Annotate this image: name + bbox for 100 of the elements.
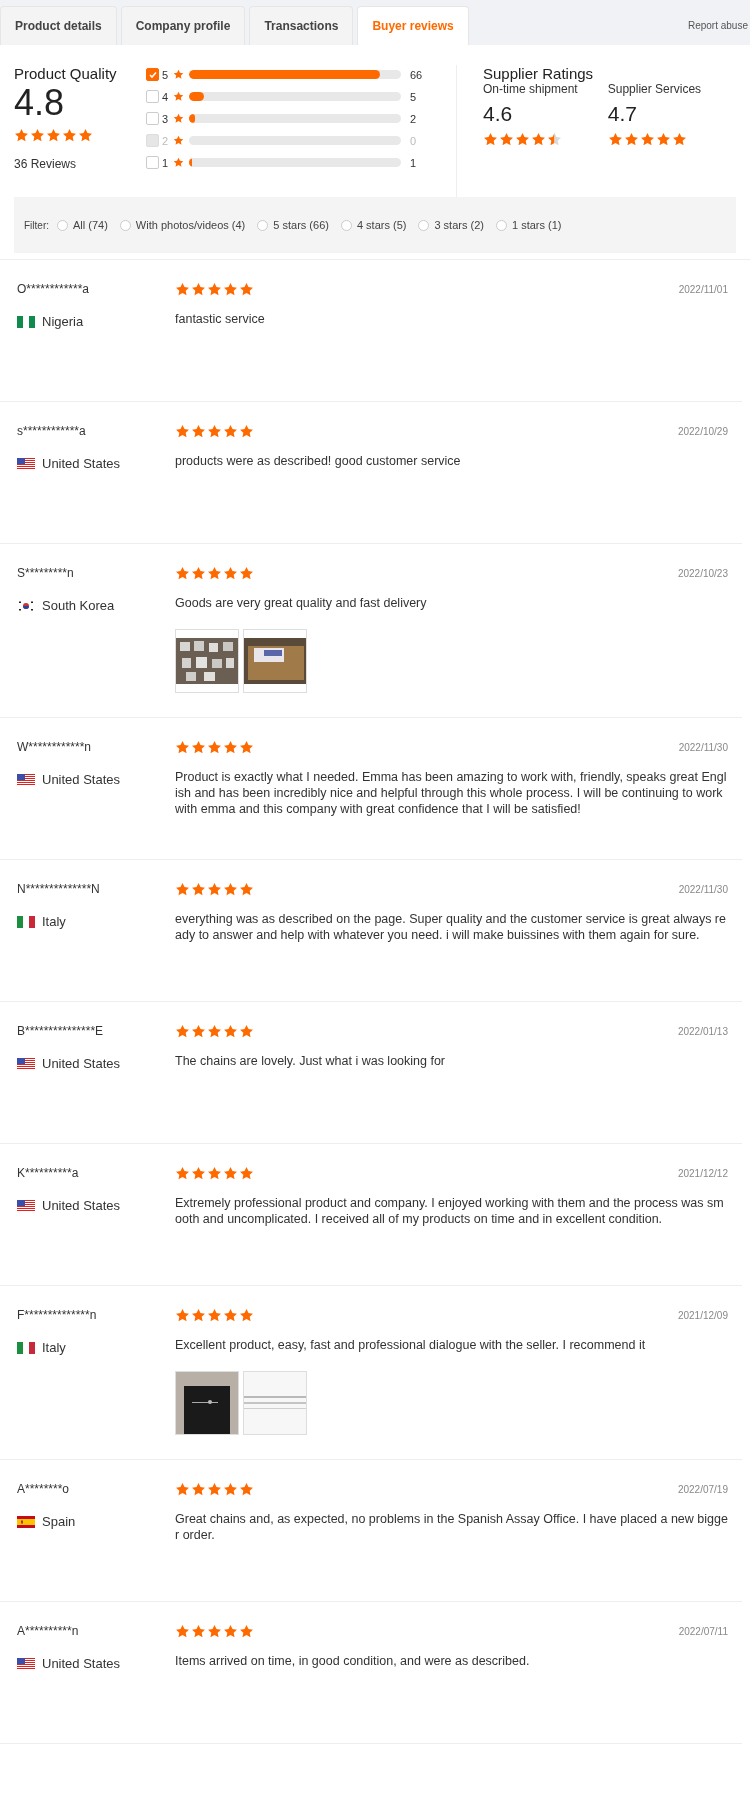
country-name: United States: [42, 1056, 121, 1071]
star-icon: [223, 282, 238, 297]
star-icon: [175, 1166, 190, 1181]
radio-button[interactable]: [257, 219, 269, 231]
reviewer-name: W************n: [17, 740, 93, 754]
checkbox[interactable]: [146, 68, 159, 81]
review-date: 2021/12/12: [677, 1168, 728, 1179]
filter-option[interactable]: With photos/videos (4): [119, 219, 246, 231]
filter-option[interactable]: All (74): [57, 219, 108, 231]
radio-button[interactable]: [495, 219, 507, 231]
star-icon: [239, 1624, 254, 1639]
photo-thumbnail[interactable]: [243, 629, 307, 693]
star-icon: [175, 882, 190, 897]
review-text: The chains are lovely. Just what i was looking for: [175, 1053, 447, 1069]
star-icon: [223, 1624, 238, 1639]
review-text: Excellent product, easy, fast and professional dialogue with the seller. I recommend it: [175, 1337, 647, 1353]
star-icon: [223, 424, 238, 439]
country-name: United States: [42, 456, 121, 471]
star-icon: [191, 1482, 206, 1497]
review-text: Items arrived on time, in good condition, and were as described.: [175, 1653, 531, 1669]
star-level-label: 5: [162, 68, 170, 81]
star-icon: [191, 882, 206, 897]
reviewer-name: S*********n: [17, 566, 75, 580]
checkbox[interactable]: [146, 112, 159, 125]
review-count: 5: [410, 90, 418, 103]
review-date: 2022/07/11: [678, 1626, 728, 1637]
star-level-label: 2: [162, 134, 170, 147]
star-icon: [207, 1024, 222, 1039]
review-text: fantastic service: [175, 311, 266, 327]
review-count: 2: [410, 112, 418, 125]
report-abuse-link[interactable]: Report abuse: [687, 20, 750, 31]
review-count: 36 Reviews: [14, 157, 78, 171]
star-icon: [515, 132, 530, 147]
radio-button[interactable]: [340, 219, 352, 231]
review-date: 2022/11/30: [678, 884, 728, 895]
filter-option[interactable]: 3 stars (2): [418, 219, 484, 231]
star-icon: [207, 1166, 222, 1181]
star-icon: [207, 1482, 222, 1497]
radio-button[interactable]: [418, 219, 430, 231]
photo-thumbnail[interactable]: [243, 1371, 307, 1435]
section-title: Product Quality: [14, 65, 118, 82]
star-icon: [191, 1624, 206, 1639]
star-icon: [223, 1166, 238, 1181]
review-text: Goods are very great quality and fast delivery: [175, 595, 428, 611]
star-icon: [223, 1308, 238, 1323]
section-title: Supplier Ratings: [483, 65, 595, 82]
country-name: Italy: [42, 914, 66, 929]
review-date: 2022/01/13: [677, 1026, 728, 1037]
filter-option[interactable]: 1 stars (1): [495, 219, 562, 231]
photo-thumbnail[interactable]: [175, 629, 239, 693]
review-date: 2022/10/23: [677, 568, 728, 579]
star-icon: [175, 282, 190, 297]
flag-icon: [17, 457, 35, 470]
review-text: products were as described! good customer service: [175, 453, 462, 469]
radio-button[interactable]: [57, 219, 68, 231]
star-icon: [191, 282, 206, 297]
star-icon: [531, 132, 546, 147]
star-icon: [239, 1482, 254, 1497]
checkbox[interactable]: [146, 156, 159, 169]
star-icon: [175, 566, 190, 581]
review-date: 2021/12/09: [677, 1310, 728, 1321]
reviewer-name: K**********a: [17, 1166, 80, 1180]
review-count: 0: [410, 134, 418, 147]
tab[interactable]: Transactions: [249, 6, 354, 45]
flag-icon: [17, 1657, 35, 1670]
tab[interactable]: Product details: [0, 6, 117, 45]
star-icon: [173, 157, 184, 168]
review-count: 66: [410, 68, 424, 81]
star-icon: [30, 128, 45, 143]
star-icon: [207, 1624, 222, 1639]
checkbox[interactable]: [146, 90, 159, 103]
reviewer-name: s************a: [17, 424, 87, 438]
star-icon: [207, 282, 222, 297]
tab[interactable]: Company profile: [120, 6, 246, 45]
radio-button[interactable]: [119, 219, 131, 231]
star-icon: [239, 1024, 254, 1039]
reviewer-name: O************a: [17, 282, 91, 296]
star-icon: [239, 1166, 254, 1181]
score: 4.6: [483, 102, 514, 126]
filter-option[interactable]: 4 stars (5): [340, 219, 407, 231]
review-text: Product is exactly what I needed. Emma has been amazing to work with, friendly, speaks great English and has been incredibly nice and helpful through this whole process. I will be continuing to work with emma and this company with great confidence that I will be satisfied!: [175, 769, 728, 817]
star-icon: [207, 566, 222, 581]
star-icon: [639, 132, 655, 147]
flag-icon: [17, 599, 35, 612]
star-icon: [483, 132, 498, 147]
country-name: Nigeria: [42, 314, 84, 329]
metric-label: On-time shipment: [483, 82, 578, 96]
flag-icon: [17, 915, 35, 928]
half-star-icon: [547, 132, 562, 147]
country-name: United States: [42, 1198, 121, 1213]
star-icon: [499, 132, 514, 147]
score: 4.7: [607, 102, 638, 126]
review-text: Great chains and, as expected, no problems in the Spanish Assay Office. I have placed a new bigger order.: [175, 1511, 728, 1543]
photo-thumbnail[interactable]: [175, 1371, 239, 1435]
star-icon: [607, 132, 623, 147]
star-icon: [671, 132, 687, 147]
filter-option[interactable]: 5 stars (66): [257, 219, 329, 231]
star-level-label: 4: [162, 90, 170, 103]
star-icon: [223, 1024, 238, 1039]
star-icon: [191, 566, 206, 581]
